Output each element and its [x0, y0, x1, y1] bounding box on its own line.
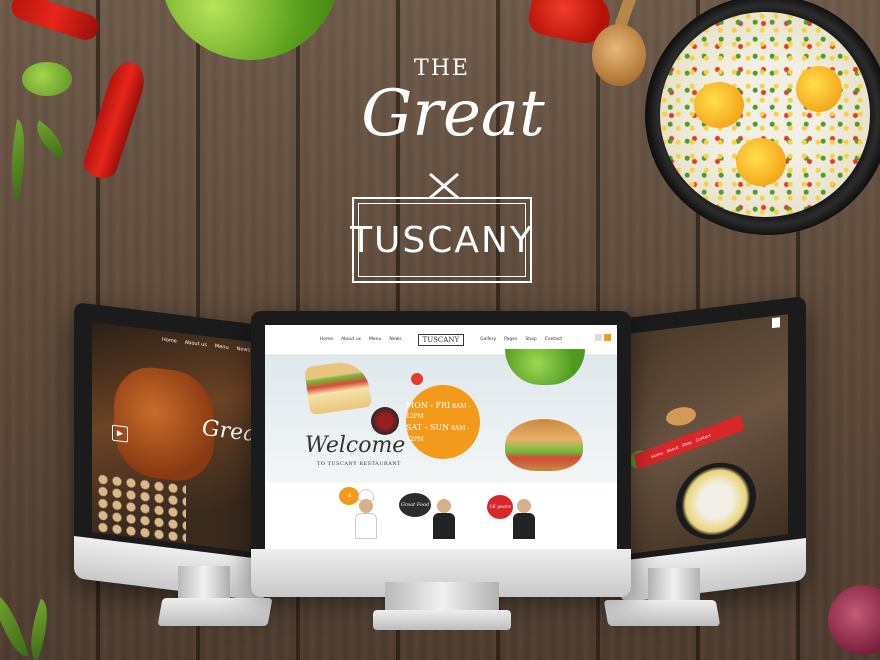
nav-item-news[interactable]: News: [389, 337, 401, 342]
bagel-image: [505, 419, 583, 471]
waiter-figure: [429, 489, 459, 539]
logo-tuscany-text: TUSCANY: [350, 203, 532, 277]
right-menu-item[interactable]: Home: [651, 450, 664, 459]
leaf-decoration: [27, 120, 73, 160]
search-icon[interactable]: [595, 334, 602, 341]
red-onion-decoration: [828, 585, 880, 655]
nav-item-contact[interactable]: Contact: [545, 337, 563, 342]
site-hero: MON - FRI 8AM - 12PM SAT - SUN 8AM - 12P…: [265, 349, 617, 483]
header-icons: [595, 334, 611, 341]
waiter-body: [433, 513, 455, 539]
center-monitor-screen: Home About us Menu News TUSCANY Gallery …: [265, 325, 617, 549]
left-monitor: Home About us Menu News ▶ Great: [74, 302, 266, 602]
tomato-image: [411, 373, 423, 385]
right-menu-item[interactable]: Shop: [681, 439, 692, 447]
welcome-subheading: TO TUSCANY RESTAURANT: [317, 461, 402, 467]
speech-bubble: Great Food: [399, 493, 431, 517]
nav-item-shop[interactable]: Shop: [525, 337, 536, 342]
chili-pepper-decoration: [80, 57, 150, 183]
left-monitor-screen: Home About us Menu News ▶ Great: [92, 322, 260, 553]
hours-row: MON - FRI 8AM - 12PM: [406, 400, 471, 421]
nav-item-menu[interactable]: Menu: [369, 337, 381, 342]
bookmark-icon[interactable]: [772, 317, 780, 329]
site-logo[interactable]: TUSCANY: [417, 333, 465, 346]
manager-figure: [509, 489, 539, 539]
right-site-ribbon-menu: Home About Shop Contact: [633, 414, 745, 470]
egg-yolk: [796, 66, 842, 112]
leaf-decoration: [0, 588, 29, 660]
left-site-nav: Home About us Menu News: [162, 337, 250, 354]
center-monitor: Home About us Menu News TUSCANY Gallery …: [251, 311, 631, 597]
opening-hours-badge: MON - FRI 8AM - 12PM SAT - SUN 8AM - 12P…: [406, 385, 480, 459]
right-menu-item[interactable]: About: [666, 444, 679, 453]
team-section: -5 Great Food 16 years: [265, 483, 617, 549]
site-nav-left: Home About us Menu News: [320, 337, 402, 342]
chef-head: [359, 499, 373, 513]
crossed-utensils-icon: [429, 172, 459, 200]
site-nav-right: Gallery Pages Shop Contact: [480, 337, 562, 342]
roast-chicken-image: [114, 362, 214, 486]
hours-row: SAT - SUN 8AM - 12PM: [406, 423, 470, 443]
welcome-heading: Welcome: [305, 433, 406, 458]
right-monitor-screen: Home About Shop Contact: [626, 314, 788, 555]
right-monitor-base: [603, 600, 721, 626]
logo-tuscany-box: TUSCANY: [350, 197, 532, 283]
spoon-image: [666, 405, 696, 428]
egg-yolk: [736, 138, 786, 186]
right-monitor-stand: [648, 568, 700, 604]
cart-icon[interactable]: [604, 334, 611, 341]
wooden-spoon: [592, 24, 646, 86]
center-monitor-base: [373, 610, 511, 630]
pan-food: [660, 12, 870, 217]
left-monitor-stand: [178, 566, 230, 598]
left-monitor-base: [157, 598, 273, 626]
leaf-decoration: [3, 119, 33, 201]
sandwich-image: [303, 358, 373, 416]
left-nav-item[interactable]: About us: [185, 340, 207, 349]
nav-item-home[interactable]: Home: [320, 337, 333, 342]
lettuce-decoration: [160, 0, 340, 60]
egg-pan-image: [676, 458, 756, 544]
lettuce-image: [505, 349, 585, 385]
nav-item-about[interactable]: About us: [341, 337, 361, 342]
berries-bowl-image: [371, 407, 399, 435]
center-monitor-stand: [385, 582, 499, 610]
nav-item-gallery[interactable]: Gallery: [480, 337, 496, 342]
right-monitor: Home About Shop Contact: [620, 296, 806, 603]
logo-great-text: Great: [361, 77, 545, 151]
left-nav-item[interactable]: Menu: [215, 343, 229, 351]
manager-body: [513, 513, 535, 539]
egg-yolk: [694, 82, 744, 128]
chili-pepper-decoration: [8, 0, 102, 44]
left-nav-item[interactable]: Home: [162, 337, 177, 345]
play-icon[interactable]: ▶: [112, 424, 128, 443]
right-menu-item[interactable]: Contact: [695, 432, 711, 442]
waiter-head: [437, 499, 451, 513]
nav-item-pages[interactable]: Pages: [504, 337, 517, 342]
left-nav-item[interactable]: News: [237, 346, 251, 354]
chef-figure: [351, 489, 381, 539]
chef-body: [355, 513, 377, 539]
manager-head: [517, 499, 531, 513]
green-chili-decoration: [22, 62, 72, 96]
